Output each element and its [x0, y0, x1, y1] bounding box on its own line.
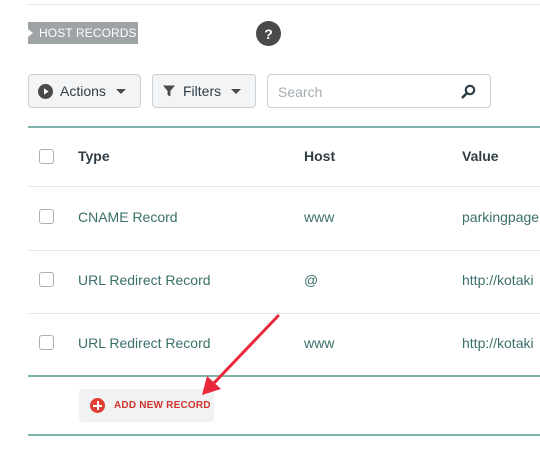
actions-label: Actions — [60, 83, 106, 99]
search-input[interactable] — [276, 82, 450, 102]
record-type[interactable]: URL Redirect Record — [78, 335, 211, 351]
filters-button[interactable]: Filters — [152, 74, 256, 108]
section-title: HOST RECORDS — [28, 22, 138, 44]
row-checkbox[interactable] — [39, 272, 54, 287]
chevron-down-icon — [231, 88, 242, 94]
chevron-down-icon — [115, 88, 126, 94]
row-divider — [28, 186, 540, 187]
row-checkbox[interactable] — [39, 209, 54, 224]
actions-button[interactable]: Actions — [28, 74, 141, 108]
record-type[interactable]: URL Redirect Record — [78, 272, 211, 288]
select-all-checkbox[interactable] — [39, 149, 54, 164]
record-host[interactable]: www — [304, 335, 334, 351]
annotation-arrow-icon — [202, 314, 280, 395]
row-divider — [28, 250, 540, 251]
record-type[interactable]: CNAME Record — [78, 209, 178, 225]
record-value[interactable]: parkingpage — [462, 209, 540, 225]
filters-label: Filters — [183, 83, 222, 99]
record-host[interactable]: @ — [304, 272, 318, 288]
table-top-border — [28, 126, 540, 128]
column-header-host: Host — [304, 148, 336, 164]
column-header-type: Type — [78, 148, 110, 164]
row-checkbox[interactable] — [39, 335, 54, 350]
help-icon[interactable]: ? — [256, 21, 281, 46]
column-header-value: Value — [462, 148, 499, 164]
play-circle-icon — [38, 83, 53, 99]
add-new-record-button[interactable]: ADD NEW RECORD — [79, 389, 214, 422]
plus-circle-icon — [90, 398, 105, 413]
filter-icon — [162, 84, 176, 98]
record-value[interactable]: http://kotaki — [462, 272, 540, 288]
table-bottom-border — [28, 375, 540, 377]
top-divider — [28, 4, 540, 5]
add-new-record-label: ADD NEW RECORD — [114, 400, 211, 411]
row-divider — [28, 313, 540, 314]
search-icon[interactable] — [461, 84, 476, 104]
record-value[interactable]: http://kotaki — [462, 335, 540, 351]
record-host[interactable]: www — [304, 209, 334, 225]
section-bottom-border — [28, 434, 540, 436]
search-field — [267, 74, 491, 108]
